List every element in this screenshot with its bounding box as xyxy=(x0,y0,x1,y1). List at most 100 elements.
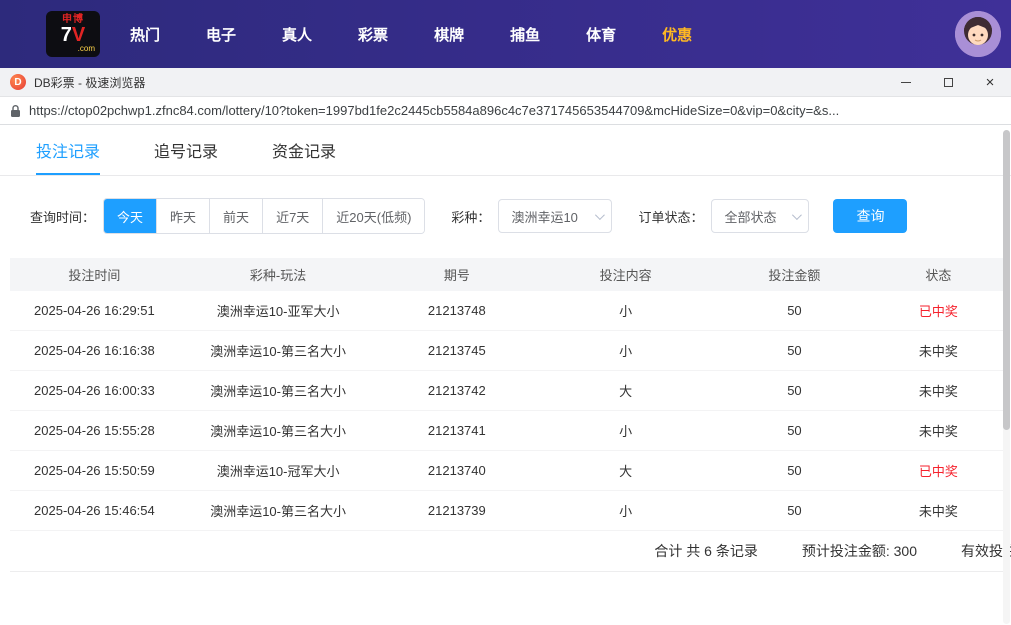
order-status-select[interactable]: 全部状态 xyxy=(711,199,810,233)
cell-amount: 50 xyxy=(787,343,802,358)
nav-item-lottery[interactable]: 彩票 xyxy=(358,24,388,45)
lottery-filter-label: 彩种： xyxy=(451,209,491,225)
window-title: DB彩票 - 极速浏览器 xyxy=(34,75,146,90)
table-header-row: 投注时间 彩种-玩法 期号 投注内容 投注金额 状态 xyxy=(10,258,1003,291)
summary-total: 合计 共 6 条记录 xyxy=(654,543,758,559)
close-icon: × xyxy=(985,73,995,91)
cell-issue: 21213740 xyxy=(427,463,486,478)
time-option-yesterday[interactable]: 昨天 xyxy=(156,199,210,233)
cell-bet-time: 2025-04-26 15:46:54 xyxy=(34,503,155,518)
cell-amount: 50 xyxy=(787,503,802,518)
header-bet-time: 投注时间 xyxy=(68,268,121,283)
page-content: 投注记录 追号记录 资金记录 查询时间： 今天 昨天 前天 近7天 近20天(低… xyxy=(0,125,1011,624)
cell-play-type: 澳洲幸运10-第三名大小 xyxy=(210,424,346,439)
time-filter-label: 查询时间： xyxy=(30,209,96,225)
header-status: 状态 xyxy=(925,268,952,283)
nav-item-live[interactable]: 真人 xyxy=(282,24,312,45)
status-badge: 未中奖 xyxy=(918,424,958,439)
nav-item-hot[interactable]: 热门 xyxy=(130,24,160,45)
cell-play-type: 澳洲幸运10-第三名大小 xyxy=(210,384,346,399)
cell-content: 小 xyxy=(619,424,633,439)
cell-amount: 50 xyxy=(787,303,802,318)
maximize-icon xyxy=(943,77,953,87)
filter-bar: 查询时间： 今天 昨天 前天 近7天 近20天(低频) 彩种： 澳洲幸运10 订… xyxy=(30,198,1011,234)
cell-bet-time: 2025-04-26 15:50:59 xyxy=(34,463,155,478)
time-option-20days-lowfreq[interactable]: 近20天(低频) xyxy=(322,199,425,233)
cell-bet-time: 2025-04-26 16:29:51 xyxy=(34,303,155,318)
chevron-down-icon xyxy=(792,209,803,220)
header-play-type: 彩种-玩法 xyxy=(249,268,307,283)
cell-content: 小 xyxy=(619,504,633,519)
browser-urlbar[interactable]: https://ctop02pchwp1.zfnc84.com/lottery/… xyxy=(0,97,1011,125)
minimize-icon xyxy=(901,81,911,83)
table-row[interactable]: 2025-04-26 15:46:54 澳洲幸运10-第三名大小 2121373… xyxy=(10,491,1003,531)
nav-item-promo[interactable]: 优惠 xyxy=(662,24,692,45)
tab-bet-records[interactable]: 投注记录 xyxy=(36,125,101,175)
browser-app-icon: D xyxy=(10,74,26,90)
cell-issue: 21213748 xyxy=(427,303,486,318)
nav-item-fishing[interactable]: 捕鱼 xyxy=(510,24,540,45)
cell-play-type: 澳洲幸运10-冠军大小 xyxy=(216,464,340,479)
time-option-day-before[interactable]: 前天 xyxy=(209,199,263,233)
cell-issue: 21213741 xyxy=(427,423,486,438)
table-row[interactable]: 2025-04-26 16:16:38 澳洲幸运10-第三名大小 2121374… xyxy=(10,331,1003,371)
bet-records-table: 投注时间 彩种-玩法 期号 投注内容 投注金额 状态 2025-04-26 16… xyxy=(10,258,1011,572)
time-filter-group: 今天 昨天 前天 近7天 近20天(低频) xyxy=(103,198,426,234)
vertical-scrollbar[interactable] xyxy=(1003,130,1010,624)
logo-sub-text: .com xyxy=(77,44,95,53)
table-row[interactable]: 2025-04-26 15:55:28 澳洲幸运10-第三名大小 2121374… xyxy=(10,411,1003,451)
cell-bet-time: 2025-04-26 15:55:28 xyxy=(34,423,155,438)
lottery-select-value: 澳洲幸运10 xyxy=(511,209,578,225)
logo-main-text: 7V xyxy=(60,24,86,46)
cell-content: 大 xyxy=(619,464,633,479)
status-badge: 未中奖 xyxy=(918,344,958,359)
cell-amount: 50 xyxy=(787,423,802,438)
site-navbar: 申博 7V .com 热门 电子 真人 彩票 棋牌 捕鱼 体育 优惠 xyxy=(0,0,1011,68)
cell-content: 小 xyxy=(619,304,633,319)
user-avatar[interactable] xyxy=(955,11,1001,57)
cell-play-type: 澳洲幸运10-第三名大小 xyxy=(210,504,346,519)
tab-chase-records[interactable]: 追号记录 xyxy=(154,125,218,175)
scrollbar-thumb[interactable] xyxy=(1003,130,1010,430)
lottery-select[interactable]: 澳洲幸运10 xyxy=(498,199,613,233)
status-badge: 未中奖 xyxy=(918,384,958,399)
status-badge: 已中奖 xyxy=(918,304,958,319)
cell-issue: 21213739 xyxy=(427,503,486,518)
cell-amount: 50 xyxy=(787,463,802,478)
cell-content: 大 xyxy=(619,384,633,399)
header-issue: 期号 xyxy=(443,268,470,283)
maximize-button[interactable] xyxy=(927,68,969,96)
query-button[interactable]: 查询 xyxy=(833,199,908,233)
time-option-today[interactable]: 今天 xyxy=(104,199,157,233)
status-badge: 已中奖 xyxy=(918,464,958,479)
minimize-button[interactable] xyxy=(885,68,927,96)
avatar-image xyxy=(955,11,1001,57)
cell-content: 小 xyxy=(619,344,633,359)
nav-item-board[interactable]: 棋牌 xyxy=(434,24,464,45)
time-option-7days[interactable]: 近7天 xyxy=(262,199,323,233)
table-row[interactable]: 2025-04-26 16:29:51 澳洲幸运10-亚军大小 21213748… xyxy=(10,291,1003,331)
summary-expected: 预计投注金额: 300 xyxy=(801,543,917,559)
status-badge: 未中奖 xyxy=(918,504,958,519)
table-row[interactable]: 2025-04-26 15:50:59 澳洲幸运10-冠军大小 21213740… xyxy=(10,451,1003,491)
close-button[interactable]: × xyxy=(969,68,1011,96)
cell-bet-time: 2025-04-26 16:16:38 xyxy=(34,343,155,358)
nav-item-slots[interactable]: 电子 xyxy=(206,24,236,45)
cell-play-type: 澳洲幸运10-第三名大小 xyxy=(210,344,346,359)
site-logo[interactable]: 申博 7V .com xyxy=(46,11,100,57)
cell-bet-time: 2025-04-26 16:00:33 xyxy=(34,383,155,398)
site-nav-items: 热门 电子 真人 彩票 棋牌 捕鱼 体育 优惠 xyxy=(130,24,692,45)
chevron-down-icon xyxy=(595,209,606,220)
order-status-label: 订单状态： xyxy=(638,209,704,225)
browser-titlebar: D DB彩票 - 极速浏览器 × xyxy=(0,68,1011,97)
url-text[interactable]: https://ctop02pchwp1.zfnc84.com/lottery/… xyxy=(29,103,839,118)
cell-issue: 21213742 xyxy=(427,383,486,398)
summary-row: 合计 共 6 条记录 预计投注金额: 300 有效投注金 xyxy=(10,531,1011,572)
nav-item-sports[interactable]: 体育 xyxy=(586,24,616,45)
header-amount: 投注金额 xyxy=(768,268,821,283)
cell-play-type: 澳洲幸运10-亚军大小 xyxy=(216,304,340,319)
header-content: 投注内容 xyxy=(599,268,652,283)
record-tabs: 投注记录 追号记录 资金记录 xyxy=(0,125,1011,176)
table-row[interactable]: 2025-04-26 16:00:33 澳洲幸运10-第三名大小 2121374… xyxy=(10,371,1003,411)
tab-fund-records[interactable]: 资金记录 xyxy=(272,125,336,175)
